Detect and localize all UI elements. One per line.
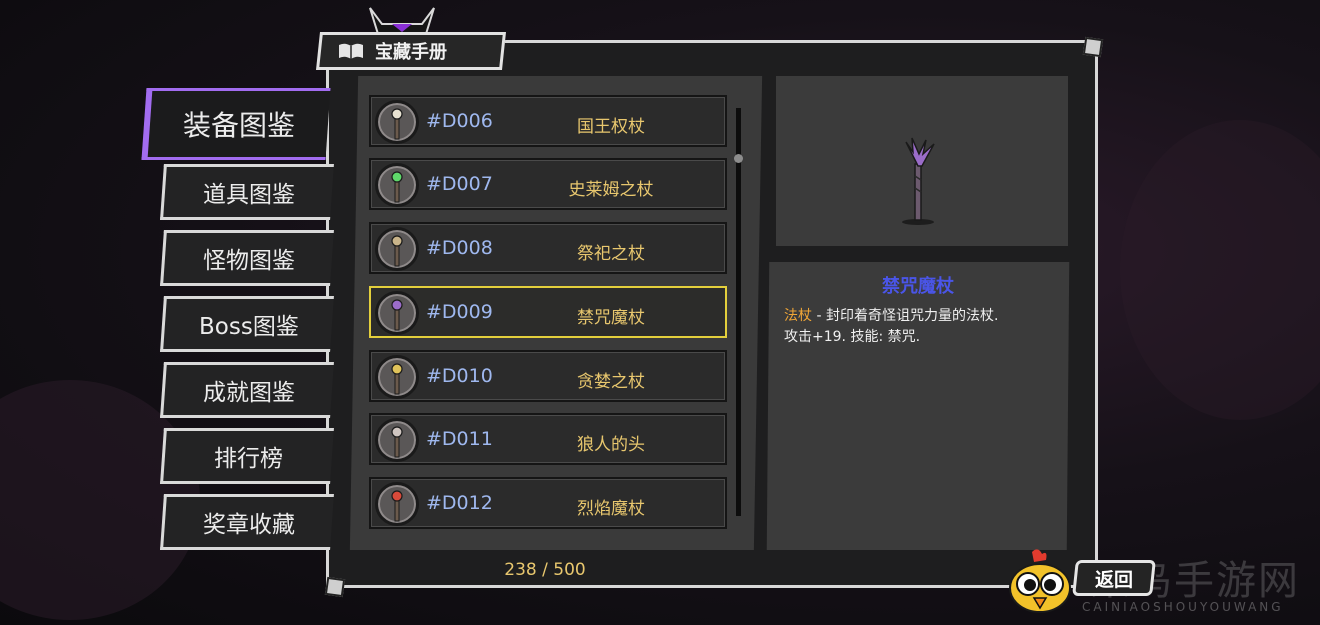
watermark-subtext: CAINIAOSHOUYOUWANG: [1082, 600, 1284, 614]
tab-label: 装备图鉴: [182, 109, 295, 142]
item-icon-frame: [375, 227, 419, 271]
tab-monsters[interactable]: 怪物图鉴: [160, 230, 334, 286]
ritual-staff-icon: [391, 235, 403, 267]
tab-leaderboard[interactable]: 排行榜: [160, 428, 334, 484]
background-blob: [1120, 120, 1320, 420]
tab-achievements[interactable]: 成就图鉴: [160, 362, 334, 418]
item-code: #D008: [426, 237, 493, 259]
item-icon-frame: [375, 100, 419, 144]
item-icon-frame: [375, 482, 419, 526]
window-title-tab: 宝藏手册: [316, 32, 506, 70]
back-button-label: 返回: [1094, 568, 1133, 591]
list-item[interactable]: #D008 祭祀之杖: [369, 222, 727, 274]
list-item[interactable]: #D010 贪婪之杖: [369, 350, 727, 402]
tab-label: 道具图鉴: [202, 182, 295, 208]
werewolf-head-icon: [391, 426, 403, 458]
item-name: 祭祀之杖: [577, 244, 645, 264]
item-name: 烈焰魔杖: [577, 499, 645, 519]
item-code: #D012: [426, 492, 493, 514]
item-stats: 攻击+19. 技能: 禁咒.: [784, 329, 921, 345]
tab-label: 怪物图鉴: [202, 248, 295, 274]
list-item[interactable]: #D011 狼人的头: [369, 413, 727, 465]
item-icon-frame: [375, 418, 419, 462]
tab-items[interactable]: 道具图鉴: [160, 164, 334, 220]
item-name: 禁咒魔杖: [577, 308, 645, 328]
tab-label: Boss图鉴: [198, 314, 299, 340]
scrollbar-track[interactable]: [736, 108, 741, 516]
item-description: 法杖 - 封印着奇怪诅咒力量的法杖.: [784, 305, 998, 325]
forbidden-staff-icon: [902, 137, 935, 225]
item-code: #D010: [426, 365, 493, 387]
collection-counter: 238 / 500: [504, 560, 586, 580]
panel-corner: [324, 576, 346, 598]
forbidden-staff-icon: [391, 299, 403, 331]
item-code: #D006: [426, 110, 493, 132]
item-code: #D009: [426, 301, 493, 323]
item-type: 法杖: [784, 308, 812, 324]
item-name: 贪婪之杖: [577, 372, 645, 392]
item-name: 史莱姆之杖: [568, 180, 654, 200]
list-item[interactable]: #D007 史莱姆之杖: [369, 158, 727, 210]
item-name: 国王权杖: [577, 117, 645, 137]
item-code: #D011: [426, 428, 493, 450]
item-description-text: - 封印着奇怪诅咒力量的法杖.: [812, 308, 999, 324]
window-title: 宝藏手册: [375, 42, 447, 63]
slime-staff-icon: [391, 171, 403, 203]
tab-equipment[interactable]: 装备图鉴: [141, 88, 331, 160]
flame-staff-icon: [391, 490, 403, 522]
book-icon: [339, 43, 363, 59]
item-detail-title: 禁咒魔杖: [882, 276, 954, 297]
scrollbar-thumb[interactable]: [734, 154, 743, 163]
item-icon-frame: [375, 291, 419, 335]
item-icon-frame: [375, 355, 419, 399]
list-item[interactable]: #D006 国王权杖: [369, 95, 727, 147]
item-icon-frame: [375, 163, 419, 207]
chick-mascot-icon: [1009, 549, 1071, 613]
tab-label: 排行榜: [214, 446, 283, 472]
panel-corner: [1082, 36, 1104, 58]
tab-boss[interactable]: Boss图鉴: [160, 296, 334, 352]
tab-label: 成就图鉴: [202, 380, 295, 406]
item-name: 狼人的头: [577, 435, 645, 455]
king-scepter-icon: [391, 108, 403, 140]
greed-staff-icon: [391, 363, 403, 395]
tab-label: 奖章收藏: [202, 512, 295, 538]
tab-medals[interactable]: 奖章收藏: [160, 494, 334, 550]
item-code: #D007: [426, 173, 493, 195]
list-item[interactable]: #D012 烈焰魔杖: [369, 477, 727, 529]
list-item[interactable]: #D009 禁咒魔杖: [369, 286, 727, 338]
back-button[interactable]: 返回: [1072, 560, 1156, 596]
item-preview-panel: [776, 76, 1068, 246]
